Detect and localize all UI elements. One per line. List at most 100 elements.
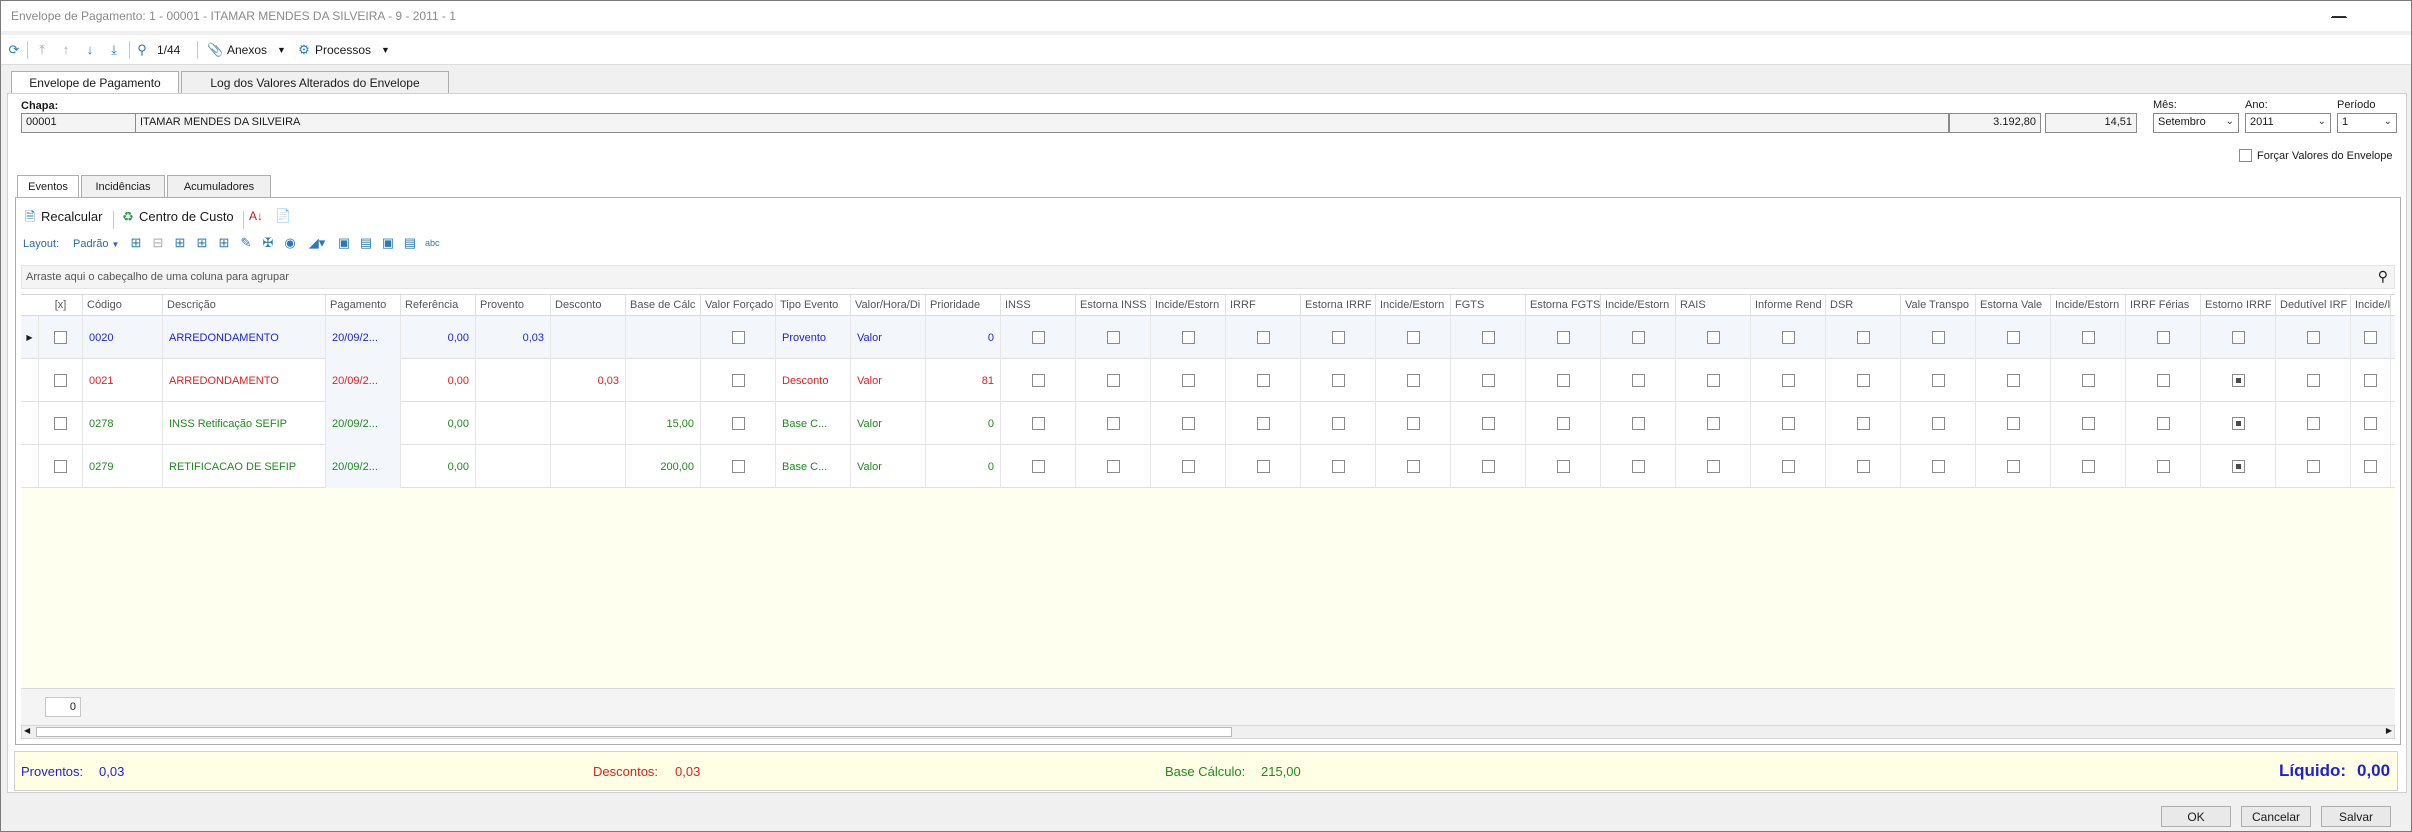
tab-log-valores[interactable]: Log dos Valores Alterados do Envelope: [181, 71, 449, 93]
cell-checkbox[interactable]: [1706, 460, 1720, 473]
cell-checkbox[interactable]: [2006, 374, 2020, 387]
column-header[interactable]: DSR: [1826, 295, 1901, 317]
cell-checkbox[interactable]: [2231, 417, 2245, 430]
cell-checkbox[interactable]: [1481, 374, 1495, 387]
salvar-button[interactable]: Salvar: [2321, 806, 2391, 827]
cell-checkbox[interactable]: [54, 460, 67, 473]
cell-checkbox[interactable]: [1256, 460, 1270, 473]
cell-checkbox[interactable]: [1856, 374, 1870, 387]
column-header[interactable]: Provento: [476, 295, 551, 317]
cell-flag[interactable]: [1901, 359, 1976, 402]
cell-codigo[interactable]: 0278: [83, 402, 163, 445]
column-header[interactable]: Descrição: [163, 295, 326, 317]
ano-select[interactable]: 2011 ⌄: [2245, 113, 2331, 133]
column-header[interactable]: Valor/Hora/Di: [851, 295, 926, 317]
cell-base[interactable]: 200,00: [626, 445, 701, 488]
cell-checkbox[interactable]: [731, 374, 745, 387]
cell-checkbox[interactable]: [2156, 331, 2170, 344]
periodo-select[interactable]: 1 ⌄: [2337, 113, 2397, 133]
cell-flag[interactable]: [1226, 359, 1301, 402]
cell-provento[interactable]: [476, 402, 551, 445]
cell-checkbox[interactable]: [1781, 331, 1795, 344]
cell-flag[interactable]: [1076, 316, 1151, 359]
move-up-icon[interactable]: ⊞: [195, 236, 209, 250]
cell-checkbox[interactable]: [1031, 417, 1045, 430]
cell-checkbox[interactable]: [1706, 417, 1720, 430]
view-group-icon[interactable]: ▣: [381, 236, 395, 250]
column-header[interactable]: Incide/I: [2351, 295, 2391, 317]
cell-checkbox[interactable]: [2006, 460, 2020, 473]
cell-checkbox[interactable]: [1256, 374, 1270, 387]
column-header[interactable]: Tipo Evento: [776, 295, 851, 317]
column-header[interactable]: Incide/Estorn: [1151, 295, 1226, 317]
cell-checkbox[interactable]: [2364, 417, 2377, 430]
cell-flag[interactable]: [2351, 402, 2391, 445]
cell-flag[interactable]: [2351, 359, 2391, 402]
filter-icon[interactable]: ◉: [283, 236, 297, 250]
cell-flag[interactable]: [1976, 316, 2051, 359]
previous-record-icon[interactable]: ↑: [59, 41, 73, 59]
tab-incidencias[interactable]: Incidências: [81, 175, 165, 197]
cell-flag[interactable]: [1301, 359, 1376, 402]
cell-checkbox[interactable]: [2231, 374, 2245, 387]
cell-descricao[interactable]: ARREDONDAMENTO: [163, 359, 326, 402]
table-row[interactable]: 0021 ARREDONDAMENTO 20/09/2... 0,00 0,03 Desc…: [21, 359, 2395, 402]
cell-referencia[interactable]: 0,00: [401, 316, 476, 359]
cell-flag[interactable]: [701, 359, 776, 402]
cell-desconto[interactable]: [551, 402, 626, 445]
cell-checkbox[interactable]: [2231, 460, 2245, 473]
mes-select[interactable]: Setembro ⌄: [2153, 113, 2239, 133]
chapa-field[interactable]: 00001: [21, 113, 137, 133]
cell-flag[interactable]: [2276, 402, 2351, 445]
abc-icon[interactable]: abc: [425, 236, 440, 250]
cell-checkbox[interactable]: [1481, 331, 1495, 344]
cell-checkbox[interactable]: [1781, 417, 1795, 430]
layout-select[interactable]: Padrão ▼: [73, 238, 119, 250]
cell-flag[interactable]: [1751, 359, 1826, 402]
cell-flag[interactable]: [39, 445, 83, 488]
cell-flag[interactable]: [1526, 359, 1601, 402]
cell-checkbox[interactable]: [1481, 417, 1495, 430]
cell-flag[interactable]: [2276, 445, 2351, 488]
cell-pagamento[interactable]: 20/09/2...: [326, 445, 401, 488]
cell-descricao[interactable]: RETIFICACAO DE SEFIP: [163, 445, 326, 488]
column-header[interactable]: Incide/Estorn: [2051, 295, 2126, 317]
cell-flag[interactable]: [1151, 316, 1226, 359]
cell-flag[interactable]: [2351, 445, 2391, 488]
cell-checkbox[interactable]: [1631, 331, 1645, 344]
cell-prioridade[interactable]: 0: [926, 402, 1001, 445]
cell-flag[interactable]: [1976, 402, 2051, 445]
cell-flag[interactable]: [1751, 316, 1826, 359]
cell-tipo[interactable]: Desconto: [776, 359, 851, 402]
cell-checkbox[interactable]: [1856, 460, 1870, 473]
cell-checkbox[interactable]: [731, 460, 745, 473]
scroll-right-icon[interactable]: ▶: [2386, 726, 2392, 735]
cell-flag[interactable]: [1601, 359, 1676, 402]
cell-flag[interactable]: [1451, 445, 1526, 488]
horizontal-scrollbar[interactable]: ◀ ▶: [21, 725, 2395, 739]
cell-checkbox[interactable]: [1781, 460, 1795, 473]
cell-checkbox[interactable]: [1556, 331, 1570, 344]
tab-envelope-pagamento[interactable]: Envelope de Pagamento: [11, 71, 179, 93]
cell-descricao[interactable]: ARREDONDAMENTO: [163, 316, 326, 359]
recalcular-button[interactable]: 🗎 Recalcular: [23, 209, 103, 224]
cell-checkbox[interactable]: [1706, 374, 1720, 387]
cell-provento[interactable]: [476, 445, 551, 488]
cell-flag[interactable]: [1001, 402, 1076, 445]
cell-desconto[interactable]: [551, 316, 626, 359]
column-header[interactable]: INSS: [1001, 295, 1076, 317]
column-header[interactable]: Estorno IRRF: [2201, 295, 2276, 317]
cell-flag[interactable]: [1376, 402, 1451, 445]
cell-flag[interactable]: [2201, 359, 2276, 402]
column-header[interactable]: Valor Forçado: [701, 295, 776, 317]
cell-checkbox[interactable]: [1331, 417, 1345, 430]
column-header[interactable]: Dedutível IRF: [2276, 295, 2351, 317]
cell-checkbox[interactable]: [1631, 374, 1645, 387]
cell-valor_hora[interactable]: Valor: [851, 445, 926, 488]
cell-flag[interactable]: [1826, 316, 1901, 359]
forcar-valores-checkbox[interactable]: Forçar Valores do Envelope: [2239, 149, 2393, 162]
cell-checkbox[interactable]: [1031, 374, 1045, 387]
cell-checkbox[interactable]: [1931, 374, 1945, 387]
cell-flag[interactable]: [1676, 359, 1751, 402]
first-record-icon[interactable]: ⤒: [35, 41, 49, 59]
